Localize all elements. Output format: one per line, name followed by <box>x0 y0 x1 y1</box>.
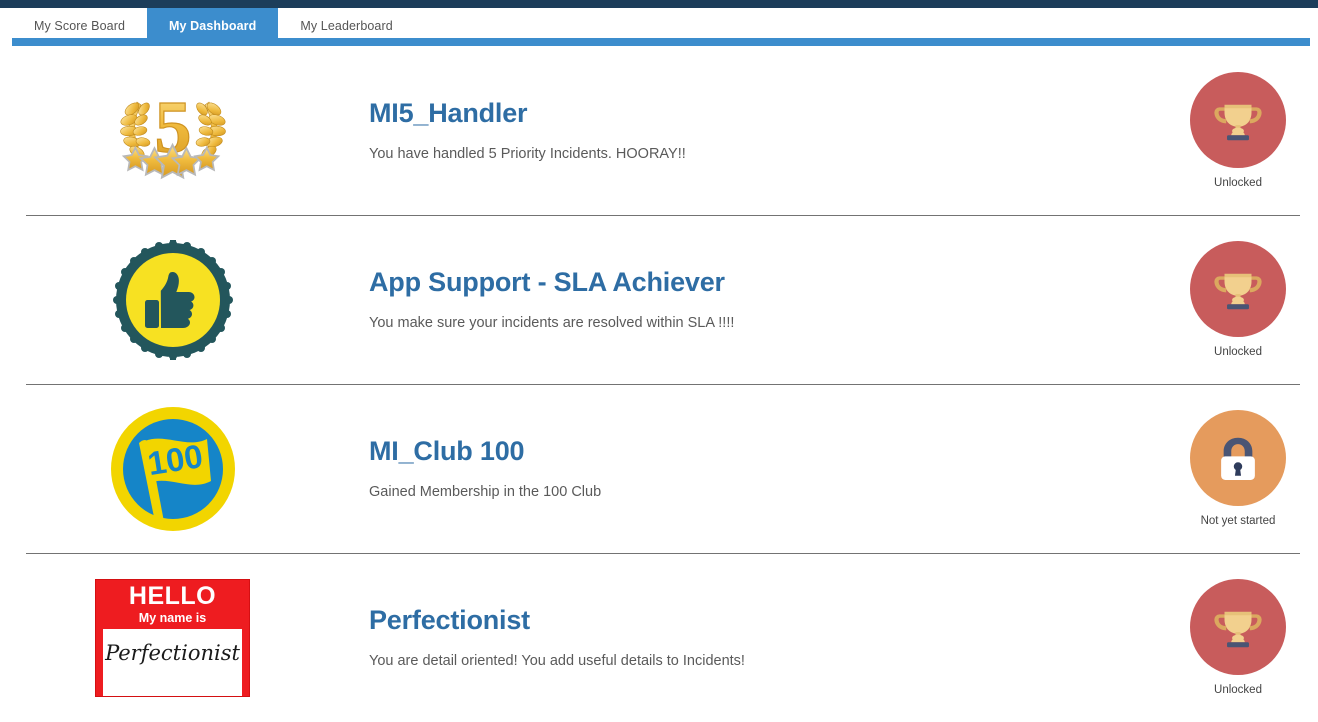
status-badge <box>1190 579 1286 675</box>
laurel-wreath-5-stars-badge-icon: 5 <box>119 86 226 180</box>
badge-cell: 100 <box>0 405 345 533</box>
status-badge <box>1190 72 1286 168</box>
trophy-icon <box>1214 273 1262 310</box>
achievement-row[interactable]: 100 MI_Club 100 Gained Membership in the… <box>0 384 1318 553</box>
flag-100-badge-icon: 100 <box>110 406 235 531</box>
top-navy-strip <box>0 0 1318 8</box>
nametag-name-field: Perfectionist <box>103 629 242 696</box>
achievement-text: MI5_Handler You have handled 5 Priority … <box>345 98 1158 164</box>
achievement-title: Perfectionist <box>369 604 530 635</box>
status-label: Unlocked <box>1214 346 1262 358</box>
status-badge <box>1190 241 1286 337</box>
padlock-icon <box>1221 437 1255 480</box>
status-cell: Unlocked <box>1158 72 1318 189</box>
achievement-row[interactable]: HELLO My name is Perfectionist Perfectio… <box>0 553 1318 722</box>
status-cell: Unlocked <box>1158 579 1318 696</box>
achievement-text: MI_Club 100 Gained Membership in the 100… <box>345 436 1158 502</box>
status-cell: Not yet started <box>1158 410 1318 527</box>
nametag-name-text: Perfectionist <box>105 641 240 665</box>
status-label: Not yet started <box>1200 515 1276 527</box>
achievement-row[interactable]: App Support - SLA Achiever You make sure… <box>0 215 1318 384</box>
achievement-title: App Support - SLA Achiever <box>369 266 725 297</box>
status-badge <box>1190 410 1286 506</box>
hello-my-name-is-tag-badge-icon: HELLO My name is Perfectionist <box>95 578 250 697</box>
status-label: Unlocked <box>1214 177 1262 189</box>
status-label: Unlocked <box>1214 684 1262 696</box>
achievement-description: You make sure your incidents are resolve… <box>369 314 735 331</box>
thumbs-up-seal-badge-icon <box>112 239 233 360</box>
trophy-icon <box>1214 611 1262 648</box>
achievement-title: MI_Club 100 <box>369 435 525 466</box>
trophy-icon <box>1214 104 1262 141</box>
achievement-text: Perfectionist You are detail oriented! Y… <box>345 605 1158 671</box>
nametag-hello-text: HELLO <box>128 581 217 610</box>
achievement-title: MI5_Handler <box>369 97 528 128</box>
nametag-subtitle-text: My name is <box>138 610 207 625</box>
status-cell: Unlocked <box>1158 241 1318 358</box>
achievement-description: You are detail oriented! You add useful … <box>369 652 745 669</box>
achievement-list: 5 MI5_Handler You have handled 5 Priorit… <box>0 46 1318 714</box>
achievement-row[interactable]: 5 MI5_Handler You have handled 5 Priorit… <box>0 46 1318 215</box>
badge-cell: 5 <box>0 68 345 193</box>
tab-underline-bar <box>12 38 1310 46</box>
badge-cell <box>0 239 345 360</box>
achievement-description: You have handled 5 Priority Incidents. H… <box>369 145 686 162</box>
achievement-description: Gained Membership in the 100 Club <box>369 483 602 500</box>
achievement-text: App Support - SLA Achiever You make sure… <box>345 267 1158 333</box>
badge-cell: HELLO My name is Perfectionist <box>0 578 345 697</box>
